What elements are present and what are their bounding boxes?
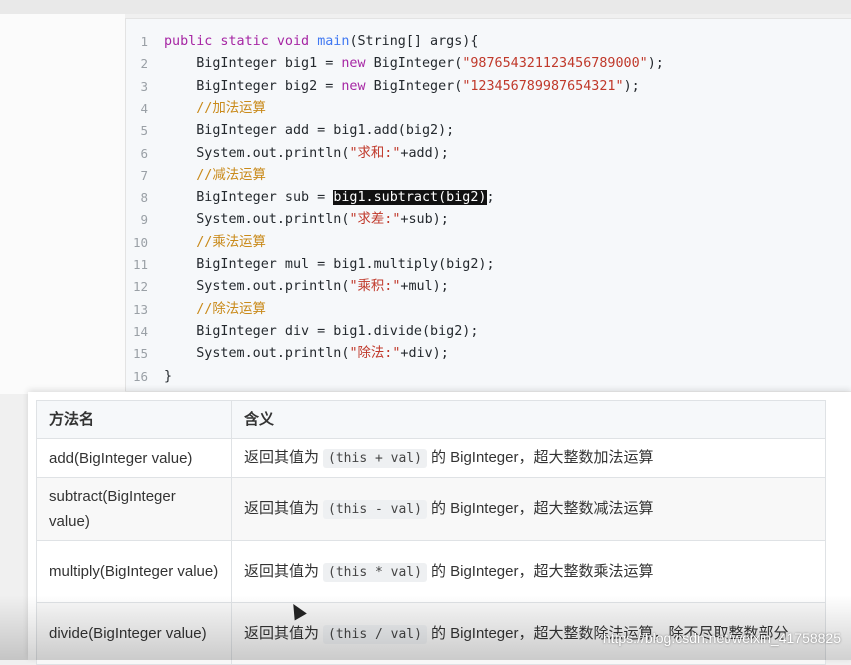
line-number: 7 <box>140 167 148 183</box>
line-number: 5 <box>140 123 148 139</box>
code-token: System.out.println( <box>164 346 350 362</box>
line-number: 6 <box>140 145 148 161</box>
code-token: BigInteger( <box>373 56 463 72</box>
table-row: multiply(BigInteger value) 返回其值为 (this * v… <box>36 540 826 603</box>
code-text: BigInteger sub = big1.subtract(big2); <box>164 187 495 209</box>
code-token: ); <box>623 78 640 94</box>
code-token: +sub); <box>400 212 449 228</box>
table-header-row: 方法名 含义 <box>36 400 826 439</box>
method-name-cell: divide(BigInteger value) <box>36 602 232 665</box>
meaning-prefix: 返回其值为 <box>244 562 320 580</box>
code-token: ); <box>647 56 664 72</box>
table-row: add(BigInteger value) 返回其值为 (this + val) 的 … <box>36 438 826 478</box>
inline-code: (this + val) <box>323 449 427 468</box>
code-token: +add); <box>400 145 449 161</box>
code-token: System.out.println( <box>164 212 350 228</box>
code-token: System.out.println( <box>164 145 350 161</box>
meaning-prefix: 返回其值为 <box>244 500 320 517</box>
line-number: 4 <box>140 100 148 116</box>
meaning-prefix: 返回其值为 <box>244 449 320 466</box>
left-margin <box>0 14 125 394</box>
meaning-cell: 返回其值为 (this - val) 的 BigInteger，超大整数减法运算 <box>231 477 826 541</box>
code-token: "求差:" <box>349 212 401 228</box>
code-token: "除法:" <box>349 346 401 362</box>
method-name-cell: multiply(BigInteger value) <box>36 540 232 603</box>
meaning-suffix: 的 BigInteger，超大整数乘法运算 <box>430 562 654 580</box>
code-token: "求和:" <box>349 145 401 161</box>
code-text: System.out.println("求和:"+add); <box>164 143 449 165</box>
code-text: } <box>164 366 172 388</box>
code-token: //除法运算 <box>164 301 266 317</box>
line-number: 16 <box>132 368 148 384</box>
code-token: "123456789987654321" <box>462 78 624 94</box>
code-text: //加法运算 <box>164 98 266 120</box>
meaning-suffix: 的 BigInteger，超大整数减法运算 <box>430 500 654 517</box>
code-token: BigInteger big2 = <box>164 78 342 94</box>
inline-code: (this * val) <box>323 562 427 582</box>
code-token: BigInteger mul = big1.multiply(big2); <box>164 257 495 272</box>
watermark: https://blog.csdn.net/weixin_41758825 <box>602 630 841 646</box>
method-table: 方法名 含义 add(BigInteger value) 返回其值为 (this +… <box>36 400 826 665</box>
inline-code: (this / val) <box>323 624 427 644</box>
code-text: System.out.println("求差:"+sub); <box>164 209 449 231</box>
line-number: 9 <box>140 212 148 228</box>
meaning-cell: 返回其值为 (this * val) 的 BigInteger，超大整数乘法运算 <box>231 540 826 603</box>
code-text: BigInteger mul = big1.multiply(big2); <box>164 254 495 276</box>
code-token: } <box>164 368 173 384</box>
code-text: public static void main(String[] args){ <box>164 31 478 53</box>
line-number: 14 <box>132 323 148 339</box>
meaning-cell: 返回其值为 (this + val) 的 BigInteger，超大整数加法运算 <box>231 438 826 478</box>
code-token: (String[] args){ <box>349 34 479 49</box>
code-block[interactable]: 1 public static void main(String[] args){… <box>125 18 851 391</box>
code-token: "987654321123456789000" <box>462 56 648 72</box>
code-token: //减法运算 <box>164 167 266 183</box>
method-name-cell: add(BigInteger value) <box>36 438 232 478</box>
selected-text: big1.subtract(big2) <box>333 190 487 206</box>
code-text: //减法运算 <box>164 165 266 187</box>
code-token: "乘积:" <box>349 279 401 295</box>
code-token: main <box>317 34 350 49</box>
code-token: BigInteger add = big1.add(big2); <box>164 123 455 139</box>
inline-code: (this - val) <box>323 500 427 519</box>
code-text: System.out.println("除法:"+div); <box>164 343 449 365</box>
top-bar <box>0 0 851 14</box>
line-number: 10 <box>132 234 148 250</box>
method-name-cell: subtract(BigInteger value) <box>36 477 232 541</box>
code-text: BigInteger add = big1.add(big2); <box>164 120 454 142</box>
meaning-suffix: 的 BigInteger，超大整数加法运算 <box>430 449 654 466</box>
code-text: BigInteger big1 = new BigInteger("987654… <box>164 53 664 75</box>
code-token: public static void <box>164 34 318 49</box>
line-number: 3 <box>140 78 148 94</box>
code-token: BigInteger big1 = <box>164 56 342 72</box>
code-text: //除法运算 <box>164 299 266 321</box>
line-number: 11 <box>132 257 148 272</box>
header-meaning: 含义 <box>231 400 826 439</box>
code-token: +mul); <box>400 279 449 295</box>
code-token: System.out.println( <box>164 279 350 295</box>
code-text: //乘法运算 <box>164 232 266 254</box>
table-row: subtract(BigInteger value) 返回其值为 (this - v… <box>36 477 826 541</box>
code-token: //乘法运算 <box>164 234 266 250</box>
code-token: BigInteger( <box>373 78 463 94</box>
meaning-prefix: 返回其值为 <box>244 624 320 642</box>
line-number: 15 <box>132 346 148 362</box>
code-text: BigInteger div = big1.divide(big2); <box>164 321 478 343</box>
line-number: 8 <box>140 190 148 206</box>
code-token: new <box>341 56 374 72</box>
code-token: //加法运算 <box>164 100 266 116</box>
code-text: BigInteger big2 = new BigInteger("123456… <box>164 76 640 98</box>
code-text: System.out.println("乘积:"+mul); <box>164 276 449 298</box>
code-token: BigInteger div = big1.divide(big2); <box>164 323 479 339</box>
code-token: BigInteger sub = <box>164 190 334 206</box>
line-number: 13 <box>132 301 148 317</box>
line-number: 12 <box>132 279 148 295</box>
line-number: 1 <box>140 34 148 49</box>
code-token: new <box>341 78 374 94</box>
header-method-name: 方法名 <box>36 400 232 439</box>
code-token: +div); <box>400 346 449 362</box>
line-number: 2 <box>140 56 148 72</box>
method-table-panel: 方法名 含义 add(BigInteger value) 返回其值为 (this +… <box>28 392 851 665</box>
code-token: ; <box>486 190 495 206</box>
